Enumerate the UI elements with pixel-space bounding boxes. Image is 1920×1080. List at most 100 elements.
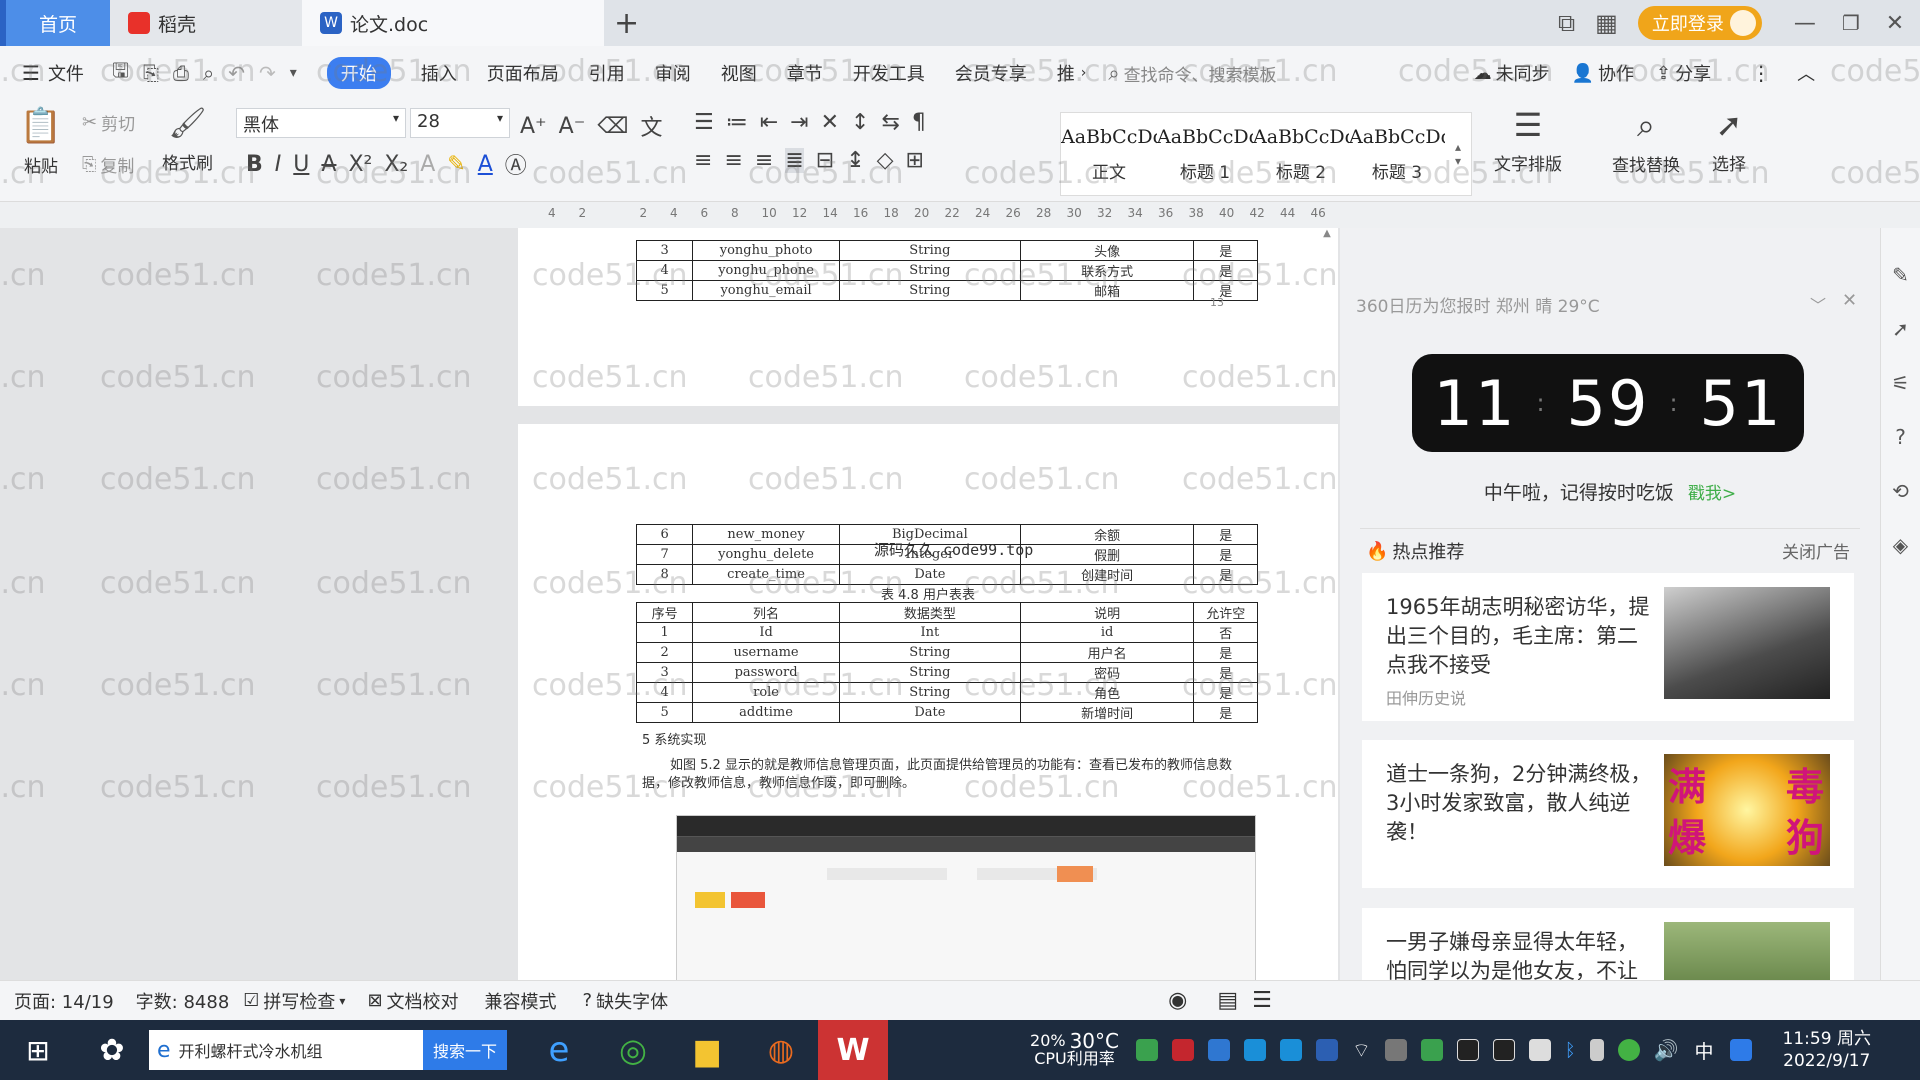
wifi-icon[interactable]: ⌔ — [1352, 1038, 1371, 1063]
save-icon[interactable]: 🖫 — [112, 56, 129, 90]
text-effect-icon[interactable]: A — [420, 152, 435, 177]
style-heading-2[interactable]: AaBbCcDd 标题 2 — [1253, 126, 1349, 183]
menu-references[interactable]: 引用 — [589, 60, 625, 86]
login-button[interactable]: 立即登录 — [1637, 6, 1762, 40]
menu-view[interactable]: 视图 — [721, 60, 757, 86]
justify-icon[interactable]: ≣ — [785, 148, 804, 173]
style-heading-1[interactable]: AaBbCcDd 标题 1 — [1157, 126, 1253, 183]
export-icon[interactable]: ⎘ — [143, 61, 159, 85]
nvidia-icon[interactable] — [1420, 1039, 1443, 1061]
text-direction-icon[interactable]: ⇆ — [881, 110, 899, 135]
edit-icon[interactable]: ✎ — [1881, 248, 1920, 302]
style-normal[interactable]: AaBbCcDd 正文 — [1061, 126, 1157, 183]
collab-button[interactable]: 👤 协作 — [1572, 60, 1634, 86]
format-painter-button[interactable]: 🖌 格式刷 — [162, 106, 213, 174]
undo-icon[interactable]: ↶ — [228, 61, 245, 85]
browser-360-icon[interactable]: ◎ — [611, 1028, 655, 1072]
menu-page-layout[interactable]: 页面布局 — [487, 60, 559, 86]
battery-icon[interactable] — [1528, 1039, 1551, 1061]
collapse-ribbon-icon[interactable]: ︿ — [1797, 60, 1815, 86]
tray-app-icon-6[interactable] — [1384, 1039, 1407, 1061]
widget-close-icon[interactable]: ✕ — [1842, 290, 1857, 311]
chinese-layout-icon[interactable]: ✕ — [821, 110, 839, 135]
usb-icon[interactable] — [1589, 1039, 1604, 1061]
tray-app-icon-2[interactable] — [1172, 1039, 1194, 1061]
superscript-icon[interactable]: X² — [348, 152, 372, 177]
word-count[interactable]: 字数: 8488 — [136, 988, 230, 1014]
strikethrough-icon[interactable]: A — [321, 152, 336, 177]
sort-icon[interactable]: ↕ — [851, 110, 869, 135]
navigate-icon[interactable]: ◈ — [1881, 518, 1920, 572]
italic-icon[interactable]: I — [275, 152, 282, 177]
help-icon[interactable]: ? — [1881, 410, 1920, 464]
menu-member[interactable]: 会员专享 — [955, 60, 1027, 86]
restore-icon[interactable]: ❐ — [1842, 11, 1860, 35]
news-card-1[interactable]: 1965年胡志明秘密访华，提出三个目的，毛主席：第二点我不接受 田伸历史说 — [1362, 573, 1854, 721]
shield-icon[interactable] — [1316, 1039, 1338, 1061]
show-marks-icon[interactable]: ¶ — [912, 110, 926, 135]
document-canvas[interactable]: 3 yonghu_photo String 头像是 4 yonghu_phone Strin… — [0, 228, 1340, 980]
increase-indent-icon[interactable]: ⇥ — [790, 110, 808, 135]
close-icon[interactable]: ✕ — [1886, 11, 1904, 36]
decrease-indent-icon[interactable]: ⇤ — [760, 110, 778, 135]
more-icon[interactable]: ⋮ — [1751, 61, 1771, 85]
layout-icon[interactable]: ⧉ — [1558, 9, 1575, 37]
file-menu[interactable]: ☰ 文件 — [22, 60, 84, 86]
reminder-link[interactable]: 戳我> — [1688, 484, 1736, 504]
distribute-icon[interactable]: ⊟ — [816, 148, 834, 173]
ime-indicator[interactable]: 中 — [1695, 1037, 1714, 1064]
tray-app-icon-4[interactable] — [1244, 1039, 1266, 1061]
tab-document[interactable]: W 论文.doc — [302, 0, 604, 46]
tray-app-icon-5[interactable] — [1280, 1039, 1302, 1061]
select-button[interactable]: ➚ 选择 — [1712, 106, 1746, 175]
windows-start-icon[interactable]: ⊞ — [16, 1028, 60, 1072]
find-replace-button[interactable]: ⌕ 查找替换 — [1612, 106, 1680, 176]
bullet-list-icon[interactable]: ☰ — [694, 110, 714, 135]
command-search-input[interactable]: 查找命令、搜索模板 — [1124, 61, 1424, 86]
quick-access-dropdown-icon[interactable]: ▾ — [290, 65, 297, 81]
file-explorer-icon[interactable]: ▆ — [685, 1028, 729, 1072]
menu-review[interactable]: 审阅 — [655, 60, 691, 86]
apps-grid-icon[interactable]: ▦ — [1595, 9, 1618, 37]
ie-icon[interactable]: e — [537, 1028, 581, 1072]
news-card-2[interactable]: 道士一条狗，2分钟满终极，3小时发家致富，散人纯逆袭！ 满 毒 爆 狗 — [1362, 740, 1854, 888]
highlight-icon[interactable]: ✎ — [447, 152, 465, 177]
cpu-weather-widget[interactable]: 20% 30°C CPU利用率 — [1030, 1031, 1119, 1068]
char-border-icon[interactable]: Ⓐ — [505, 148, 527, 180]
menu-recommend[interactable]: 推 — [1057, 60, 1075, 86]
menu-chapter[interactable]: 章节 — [787, 60, 823, 86]
line-spacing-icon[interactable]: ↨ — [846, 148, 864, 173]
menu-more-icon[interactable]: › — [1081, 65, 1087, 81]
wps-taskbar-icon[interactable]: W — [818, 1020, 889, 1080]
clear-format-icon[interactable]: ⌫ — [597, 114, 628, 139]
qq-icon[interactable] — [1456, 1039, 1479, 1061]
font-size-select[interactable]: 28 ▾ — [410, 108, 510, 138]
share-button[interactable]: ⇪ 分享 — [1656, 60, 1711, 86]
bluetooth-icon[interactable]: ᛒ — [1565, 1040, 1576, 1061]
shading-icon[interactable]: ◇ — [877, 148, 894, 173]
proofread-button[interactable]: ⊠ 文档校对 — [367, 988, 458, 1014]
taskbar-search-box[interactable]: e 开利螺杆式冷水机组 — [149, 1030, 423, 1070]
app-mask-icon[interactable]: ◍ — [759, 1028, 803, 1072]
grow-font-icon[interactable]: A⁺ — [520, 114, 547, 139]
close-ad-link[interactable]: 关闭广告 — [1782, 538, 1850, 563]
align-right-icon[interactable]: ≡ — [755, 148, 773, 173]
minimize-icon[interactable]: — — [1794, 11, 1816, 36]
news-card-3[interactable]: 一男子嫌母亲显得太年轻，怕同学以为是他女友，不让 — [1362, 908, 1854, 980]
print-icon[interactable]: ⎙ — [173, 61, 189, 85]
tab-daoke[interactable]: 稻壳 — [110, 0, 302, 46]
align-left-icon[interactable]: ≡ — [694, 148, 712, 173]
menu-developer[interactable]: 开发工具 — [853, 60, 925, 86]
tab-home[interactable]: 首页 — [0, 0, 110, 46]
qq-icon-2[interactable] — [1492, 1039, 1515, 1061]
print-preview-icon[interactable]: ⌕ — [203, 61, 214, 85]
style-heading-3[interactable]: AaBbCcDd 标题 3 — [1349, 126, 1445, 183]
font-name-select[interactable]: 黑体 ▾ — [236, 108, 406, 138]
menu-start[interactable]: 开始 — [326, 57, 391, 89]
volume-icon[interactable]: 🔊 — [1654, 1038, 1679, 1062]
cut-button[interactable]: ✂ 剪切 — [82, 110, 135, 135]
sync-status[interactable]: ☁ 未同步 — [1474, 60, 1550, 86]
spell-check-button[interactable]: ☑ 拼写检查 ▾ — [243, 988, 345, 1014]
subscript-icon[interactable]: X₂ — [384, 152, 408, 177]
chevron-down-icon[interactable]: ﹀ — [1810, 292, 1826, 316]
